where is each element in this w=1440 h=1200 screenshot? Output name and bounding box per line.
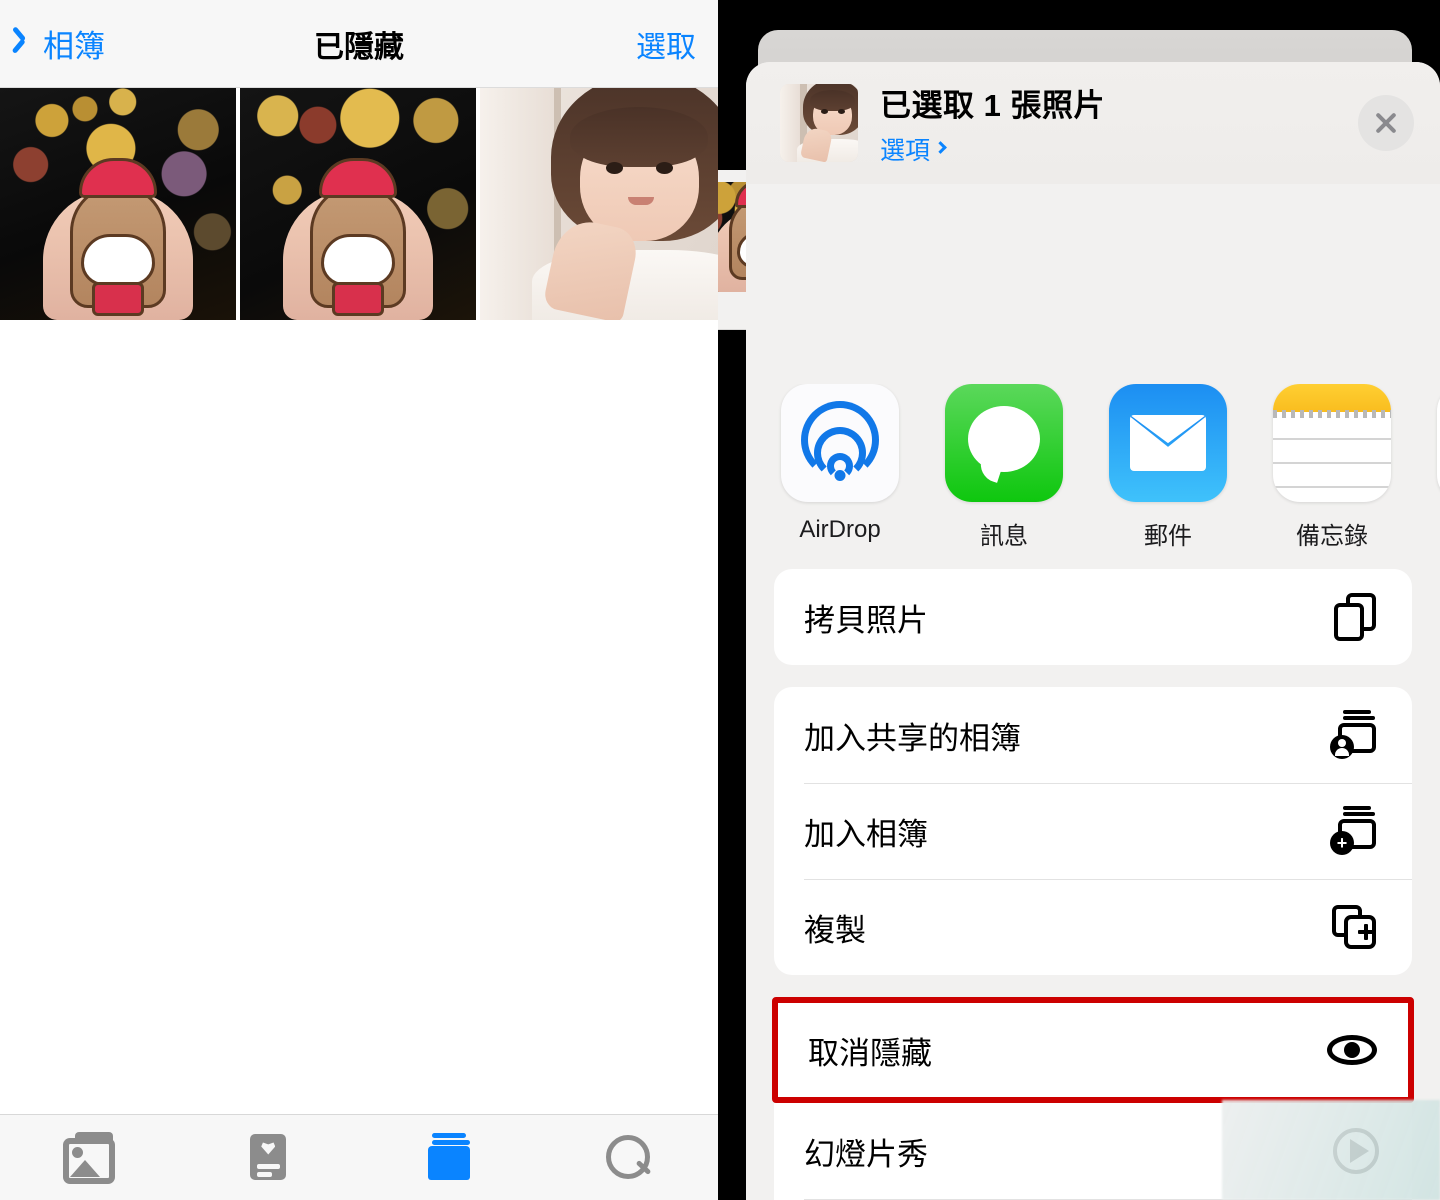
photo-grid <box>0 88 718 320</box>
copy-icon <box>1330 591 1382 643</box>
close-icon <box>1373 110 1399 136</box>
messages-icon <box>945 384 1063 502</box>
navigation-bar: 相簿 已隱藏 選取 <box>0 0 718 88</box>
cookie-photo-artwork <box>0 88 236 320</box>
photo-thumbnail[interactable] <box>0 88 236 320</box>
blurred-watermark-overlay <box>1222 1100 1440 1200</box>
share-app-row: AirDrop 訊息 郵件 備忘錄 <box>746 384 1440 569</box>
action-group-copy: 拷貝照片 <box>774 569 1412 665</box>
share-sheet-body: AirDrop 訊息 郵件 備忘錄 拷貝照片 加入共享的相簿 加入相簿 + 複製… <box>746 362 1440 1200</box>
cookie-photo-artwork <box>240 88 476 320</box>
duplicate-icon <box>1330 901 1382 953</box>
action-label: 加入共享的相簿 <box>804 720 1021 756</box>
cookie-figure <box>43 158 193 320</box>
action-label: 拷貝照片 <box>804 602 928 638</box>
share-target-label: 訊息 <box>980 523 1028 550</box>
chevron-right-icon <box>934 141 947 154</box>
share-target-messages[interactable]: 訊息 <box>938 384 1070 551</box>
cookie-figure <box>283 158 433 320</box>
albums-icon <box>420 1132 478 1184</box>
tab-photos[interactable] <box>0 1115 180 1200</box>
photos-hidden-album-screen: 相簿 已隱藏 選取 <box>0 0 718 1200</box>
action-add-to-shared-album[interactable]: 加入共享的相簿 <box>774 687 1412 783</box>
selection-count-label: 已選取 1 張照片 <box>880 87 1105 123</box>
shared-album-icon <box>1330 709 1382 761</box>
back-button-label: 相簿 <box>43 29 105 64</box>
page-title: 已隱藏 <box>314 30 404 64</box>
tab-search[interactable] <box>539 1115 719 1200</box>
options-link[interactable]: 選項 <box>880 131 1358 167</box>
share-target-airdrop[interactable]: AirDrop <box>774 384 906 551</box>
empty-album-area <box>0 320 718 1114</box>
selfie-photo-artwork <box>480 88 718 320</box>
select-button[interactable]: 選取 <box>636 22 696 66</box>
photo-thumbnail[interactable] <box>480 88 718 320</box>
eye-icon <box>1326 1024 1378 1076</box>
share-target-notes[interactable]: 備忘錄 <box>1266 384 1398 551</box>
add-album-icon: + <box>1330 805 1382 857</box>
tab-albums[interactable] <box>359 1115 539 1200</box>
photo-thumbnail[interactable] <box>240 88 476 320</box>
options-label: 選項 <box>880 136 931 165</box>
share-target-reminders[interactable]: 提 <box>1430 384 1440 551</box>
share-sheet: 已選取 1 張照片 選項 AirDrop 訊息 郵件 備忘錄 拷貝照片 加入共享… <box>746 62 1440 1200</box>
screenshot-root: 相簿 已隱藏 選取 已選取 1 張照片 選項 AirDrop 訊息 郵件 備忘錄… <box>0 0 1440 1200</box>
action-unhide[interactable]: 取消隱藏 <box>778 1003 1408 1097</box>
action-copy-photo[interactable]: 拷貝照片 <box>774 569 1412 665</box>
photos-icon <box>61 1131 119 1184</box>
unhide-highlight-box: 取消隱藏 <box>772 997 1414 1103</box>
share-target-label: 郵件 <box>1144 523 1192 550</box>
action-label: 取消隱藏 <box>808 1035 932 1071</box>
back-to-albums-button[interactable]: 相簿 <box>22 21 105 66</box>
mail-icon <box>1109 384 1227 502</box>
share-target-label: 備忘錄 <box>1296 523 1368 550</box>
search-icon <box>599 1132 657 1184</box>
tab-bar <box>0 1114 718 1200</box>
close-button[interactable] <box>1358 95 1414 151</box>
tab-for-you[interactable] <box>180 1115 360 1200</box>
share-sheet-titles: 已選取 1 張照片 選項 <box>880 80 1358 167</box>
share-sheet-screen: ✓ S DA <box>718 0 1440 1200</box>
selected-photo-thumbnail[interactable] <box>780 84 858 162</box>
airdrop-icon <box>781 384 899 502</box>
action-label: 複製 <box>804 912 866 948</box>
share-sheet-header: 已選取 1 張照片 選項 <box>746 62 1440 184</box>
action-label: 加入相簿 <box>804 816 928 852</box>
share-target-mail[interactable]: 郵件 <box>1102 384 1234 551</box>
notes-icon <box>1273 384 1391 502</box>
memories-icon <box>240 1132 298 1184</box>
share-target-label: AirDrop <box>799 516 881 543</box>
action-add-to-album[interactable]: 加入相簿 + <box>774 783 1412 879</box>
chevron-left-icon <box>22 31 37 57</box>
action-group-albums: 加入共享的相簿 加入相簿 + 複製 <box>774 687 1412 975</box>
action-duplicate[interactable]: 複製 <box>774 879 1412 975</box>
share-target-label: 提 <box>1430 516 1440 551</box>
